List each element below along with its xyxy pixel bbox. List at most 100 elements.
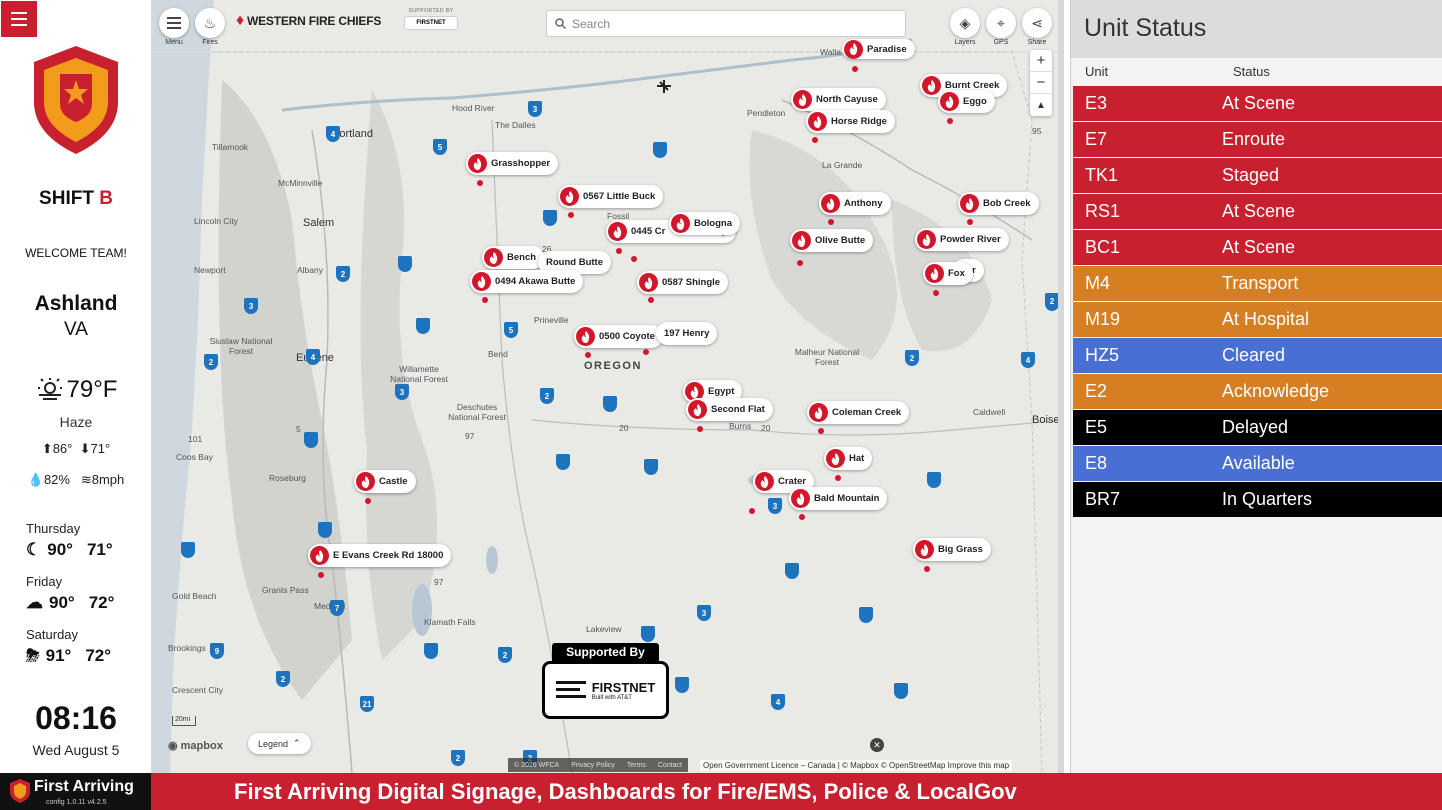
station-marker[interactable]: 4 — [1021, 352, 1035, 368]
incident-dot[interactable] — [482, 297, 488, 303]
station-marker[interactable] — [894, 683, 908, 699]
station-marker[interactable] — [859, 607, 873, 623]
incident-marker[interactable]: Olive Butte — [790, 229, 874, 252]
station-marker[interactable]: 4 — [306, 349, 320, 365]
zoom-out-button[interactable]: − — [1030, 72, 1052, 94]
incident-dot[interactable] — [797, 260, 803, 266]
incident-marker[interactable]: 0567 Little Buck — [558, 185, 664, 208]
station-marker[interactable]: 3 — [768, 498, 782, 514]
incident-marker[interactable]: Hat — [824, 447, 873, 470]
station-marker[interactable]: 2 — [204, 354, 218, 370]
incident-marker[interactable]: 0494 Akawa Butte — [470, 270, 584, 293]
map-scrollbar[interactable] — [1058, 0, 1064, 773]
incident-dot[interactable] — [365, 498, 371, 504]
incident-marker[interactable]: Paradise — [842, 39, 915, 59]
incident-marker[interactable]: 197 Henry — [656, 322, 718, 345]
hamburger-menu-button[interactable] — [1, 1, 37, 37]
incident-dot[interactable] — [477, 180, 483, 186]
incident-map[interactable]: Hood River The Dalles Portland Tillamook… — [152, 0, 1064, 773]
incident-marker[interactable]: Eggo — [938, 90, 995, 113]
search-input[interactable]: Search — [572, 17, 610, 31]
station-marker[interactable] — [927, 472, 941, 488]
share-button[interactable]: ⋖ — [1022, 8, 1052, 38]
incident-dot[interactable] — [947, 118, 953, 124]
incident-marker[interactable]: Powder River — [915, 228, 1009, 251]
incident-marker[interactable]: Bald Mountain — [789, 487, 888, 510]
incident-marker[interactable]: Grasshopper — [466, 152, 559, 175]
incident-dot[interactable] — [924, 566, 930, 572]
station-marker[interactable] — [603, 396, 617, 412]
incident-marker[interactable]: Bob Creek — [958, 192, 1039, 215]
station-marker[interactable]: 2 — [540, 388, 554, 404]
terms-link[interactable]: Terms — [627, 762, 646, 769]
incident-dot[interactable] — [828, 219, 834, 225]
incident-dot[interactable] — [933, 290, 939, 296]
incident-marker[interactable]: Castle — [354, 470, 416, 493]
incident-dot[interactable] — [818, 428, 824, 434]
incident-dot[interactable] — [697, 426, 703, 432]
incident-dot[interactable] — [967, 219, 973, 225]
station-marker[interactable] — [675, 677, 689, 693]
station-marker[interactable]: 2 — [905, 350, 919, 366]
station-marker[interactable] — [398, 256, 412, 272]
fires-button[interactable]: ♨ — [195, 8, 225, 38]
station-marker[interactable] — [644, 459, 658, 475]
map-attribution[interactable]: Open Government Licence – Canada | © Map… — [700, 760, 1013, 771]
station-marker[interactable] — [181, 542, 195, 558]
incident-marker[interactable]: Coleman Creek — [807, 401, 910, 424]
incident-dot[interactable] — [852, 66, 858, 72]
station-marker[interactable]: 2 — [336, 266, 350, 282]
station-marker[interactable]: 7 — [330, 600, 344, 616]
station-marker[interactable]: 3 — [528, 101, 542, 117]
gps-button[interactable]: ⌖ — [986, 8, 1016, 38]
station-marker[interactable]: 2 — [498, 647, 512, 663]
station-marker[interactable] — [304, 432, 318, 448]
incident-dot[interactable] — [749, 508, 755, 514]
incident-marker[interactable]: Horse Ridge — [806, 110, 895, 133]
incident-dot[interactable] — [643, 349, 649, 355]
station-marker[interactable] — [653, 142, 667, 158]
station-marker[interactable]: 4 — [771, 694, 785, 710]
station-marker[interactable]: 5 — [433, 139, 447, 155]
station-marker[interactable] — [543, 210, 557, 226]
station-marker[interactable] — [416, 318, 430, 334]
incident-dot[interactable] — [631, 256, 637, 262]
incident-marker[interactable]: E Evans Creek Rd 18000 — [308, 544, 452, 567]
incident-marker[interactable]: Bench — [482, 246, 545, 269]
map-menu-button[interactable] — [159, 8, 189, 38]
station-marker[interactable]: 3 — [395, 384, 409, 400]
station-marker[interactable] — [785, 563, 799, 579]
incident-dot[interactable] — [616, 248, 622, 254]
incident-dot[interactable] — [812, 137, 818, 143]
station-marker[interactable]: 21 — [360, 696, 374, 712]
incident-dot[interactable] — [835, 475, 841, 481]
compass-button[interactable]: ▲ — [1030, 94, 1052, 116]
station-marker[interactable]: 2 — [1045, 293, 1059, 309]
station-marker[interactable]: 3 — [697, 605, 711, 621]
station-marker[interactable]: 4 — [326, 126, 340, 142]
incident-marker[interactable]: 0500 Coyote — [574, 325, 663, 348]
station-marker[interactable]: 2 — [276, 671, 290, 687]
incident-dot[interactable] — [799, 514, 805, 520]
station-marker[interactable] — [424, 643, 438, 659]
station-marker[interactable]: 3 — [244, 298, 258, 314]
privacy-link[interactable]: Privacy Policy — [571, 762, 615, 769]
incident-dot[interactable] — [585, 352, 591, 358]
incident-marker[interactable]: Second Flat — [686, 398, 773, 421]
incident-dot[interactable] — [318, 572, 324, 578]
station-marker[interactable] — [641, 626, 655, 642]
station-marker[interactable] — [318, 522, 332, 538]
layers-button[interactable]: ◈ — [950, 8, 980, 38]
incident-marker[interactable]: Bologna — [669, 212, 740, 235]
incident-marker[interactable]: 0587 Shingle — [637, 271, 729, 294]
close-icon[interactable]: ✕ — [870, 738, 884, 752]
station-marker[interactable]: 2 — [451, 750, 465, 766]
station-marker[interactable]: 5 — [504, 322, 518, 338]
zoom-in-button[interactable]: + — [1030, 50, 1052, 72]
incident-marker[interactable]: North Cayuse — [791, 88, 886, 111]
incident-marker[interactable]: Big Grass — [913, 538, 991, 561]
incident-marker[interactable]: Anthony — [819, 192, 891, 215]
legend-button[interactable]: Legend ⌃ — [248, 733, 311, 754]
incident-dot[interactable] — [568, 212, 574, 218]
incident-marker[interactable]: Fox — [923, 262, 973, 285]
